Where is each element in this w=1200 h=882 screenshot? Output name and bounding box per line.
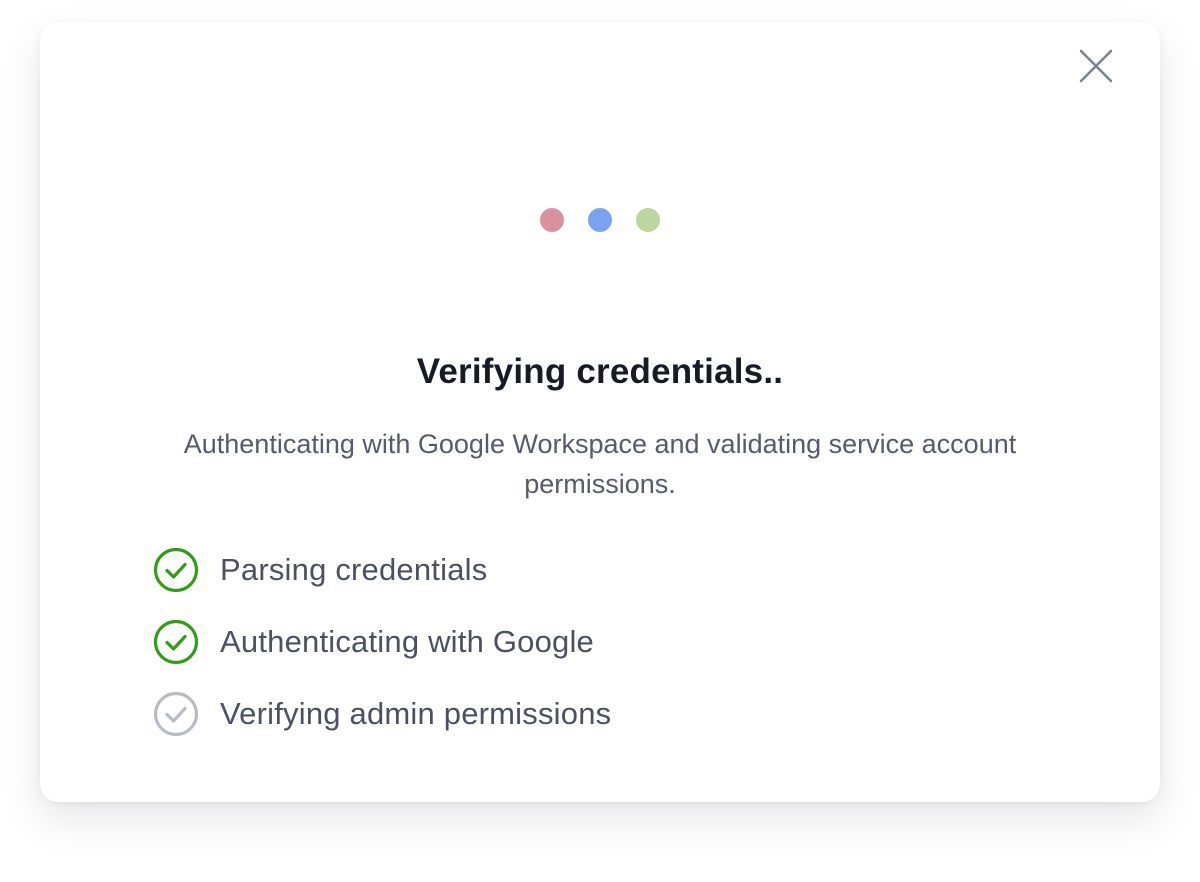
step-label: Authenticating with Google	[220, 624, 594, 659]
step-label: Verifying admin permissions	[220, 696, 612, 731]
progress-steps: Parsing credentials Authenticating with …	[152, 546, 612, 764]
loader-dot	[636, 208, 660, 232]
check-circle-icon	[152, 618, 200, 666]
loader-dot	[588, 208, 612, 232]
step-item: Authenticating with Google	[152, 618, 611, 666]
step-item: Parsing credentials	[152, 546, 611, 594]
check-circle-icon	[152, 546, 200, 594]
verification-dialog: Verifying credentials.. Authenticating w…	[40, 22, 1160, 802]
dialog-subtitle: Authenticating with Google Workspace and…	[183, 429, 1017, 499]
step-item: Verifying admin permissions	[152, 690, 612, 738]
step-label: Parsing credentials	[220, 552, 488, 587]
close-button[interactable]	[1074, 44, 1118, 88]
check-circle-icon	[152, 690, 200, 738]
close-icon	[1079, 49, 1113, 83]
loader-dot	[540, 208, 564, 232]
dialog-title: Verifying credentials..	[416, 352, 784, 391]
loading-indicator	[40, 208, 1160, 232]
